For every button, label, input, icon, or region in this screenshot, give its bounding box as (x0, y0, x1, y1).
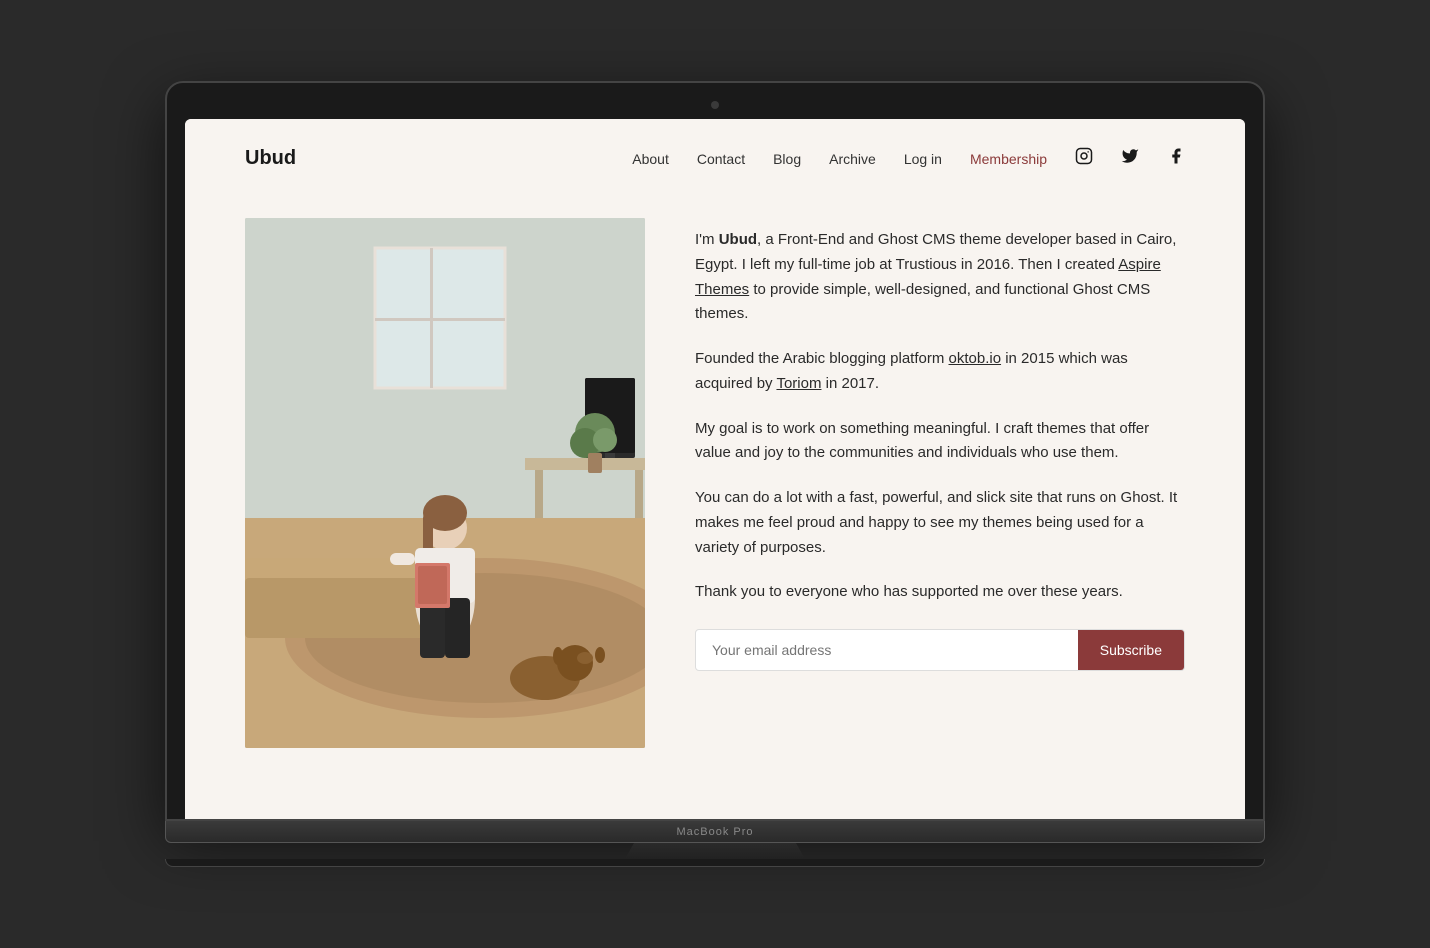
instagram-icon[interactable] (1075, 147, 1093, 170)
nav-membership[interactable]: Membership (970, 151, 1047, 167)
subscribe-button[interactable]: Subscribe (1078, 630, 1184, 670)
paragraph-2: Founded the Arabic blogging platform okt… (695, 347, 1185, 397)
laptop-base: MacBook Pro (165, 821, 1265, 843)
nav-archive[interactable]: Archive (829, 151, 876, 167)
site-nav: Ubud About Contact Blog Archive Log in M… (185, 119, 1245, 198)
nav-blog[interactable]: Blog (773, 151, 801, 167)
subscribe-form: Subscribe (695, 629, 1185, 671)
laptop-body: Ubud About Contact Blog Archive Log in M… (165, 81, 1265, 821)
paragraph-5: Thank you to everyone who has supported … (695, 580, 1185, 605)
facebook-icon[interactable] (1167, 147, 1185, 170)
laptop-screen: Ubud About Contact Blog Archive Log in M… (185, 119, 1245, 819)
site-logo[interactable]: Ubud (245, 147, 296, 170)
laptop-stand (625, 843, 805, 859)
laptop-foot (165, 859, 1265, 867)
brand-name: Ubud (719, 231, 757, 248)
camera-dot (711, 101, 719, 109)
hero-image (245, 218, 645, 748)
nav-login[interactable]: Log in (904, 151, 942, 167)
laptop-frame: Ubud About Contact Blog Archive Log in M… (165, 81, 1265, 867)
laptop-model-label: MacBook Pro (676, 826, 753, 838)
paragraph-4: You can do a lot with a fast, powerful, … (695, 486, 1185, 560)
nav-contact[interactable]: Contact (697, 151, 745, 167)
nav-links: About Contact Blog Archive Log in Member… (632, 147, 1185, 170)
twitter-icon[interactable] (1121, 147, 1139, 170)
site-content: I'm Ubud, a Front-End and Ghost CMS them… (185, 198, 1245, 798)
oktob-link[interactable]: oktob.io (949, 350, 1002, 367)
toriom-link[interactable]: Toriom (776, 375, 821, 392)
aspire-themes-link[interactable]: Aspire Themes (695, 256, 1161, 298)
email-input[interactable] (696, 630, 1078, 670)
paragraph-1: I'm Ubud, a Front-End and Ghost CMS them… (695, 228, 1185, 327)
content-text: I'm Ubud, a Front-End and Ghost CMS them… (695, 218, 1185, 671)
nav-about[interactable]: About (632, 151, 669, 167)
paragraph-3: My goal is to work on something meaningf… (695, 417, 1185, 467)
